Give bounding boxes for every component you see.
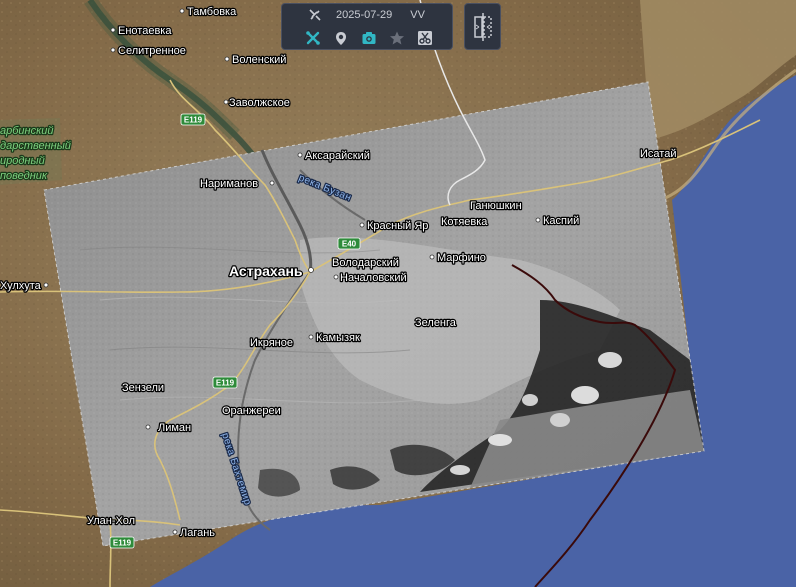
image-date: 2025-07-29: [336, 9, 393, 21]
road-badge-e119-north: E119: [180, 113, 206, 126]
road-badge-e119-south: E119: [109, 536, 135, 549]
map-canvas[interactable]: E119 E40 E119 E119 Енотаевка Тамбовка Се…: [0, 0, 796, 587]
layers-icon[interactable]: [330, 27, 352, 49]
label-reserve-4: поведник: [0, 170, 48, 182]
label-narimanov: Нариманов: [200, 178, 258, 190]
label-reserve-1: арбинский: [0, 125, 54, 137]
label-volenskiy: Воленский: [232, 54, 286, 66]
label-reserve-2: дарственный: [0, 140, 71, 152]
label-kamyzyak: Камызяк: [316, 332, 360, 344]
label-lagan: Лагань: [180, 527, 215, 539]
label-nachalovskiy: Началовский: [340, 272, 407, 284]
toolbar-info-row: 2025-07-29 VV: [282, 5, 452, 25]
polarization-mode: VV: [410, 9, 425, 21]
svg-text:E119: E119: [184, 116, 203, 125]
svg-text:E119: E119: [216, 379, 235, 388]
road-badge-e119-mid: E119: [212, 376, 238, 389]
label-selitrennoe: Селитренное: [118, 45, 186, 57]
label-kotyaevka: Котяевка: [441, 216, 488, 228]
camera-icon[interactable]: [358, 27, 380, 49]
label-oranzherei: Оранжереи: [222, 405, 281, 417]
tools-icon[interactable]: [302, 27, 324, 49]
layer-toolbar: 2025-07-29 VV: [281, 3, 453, 50]
svg-text:E40: E40: [342, 240, 357, 249]
label-kaspiy: Каспий: [543, 215, 579, 227]
label-isatay: Исатай: [640, 148, 676, 160]
label-zavolzhskoe: Заволжское: [229, 97, 290, 109]
label-ikryanoe: Икряное: [250, 337, 293, 349]
toolbar-tools-row: [282, 26, 452, 50]
label-reserve-3: иродный: [0, 155, 45, 167]
label-volodarskiy: Володарский: [332, 257, 399, 269]
split-view-icon: [472, 12, 494, 42]
label-khulkhuta: Хулхута: [0, 280, 42, 292]
road-badge-e40: E40: [337, 237, 361, 250]
label-enotaevka: Енотаевка: [118, 25, 172, 37]
star-icon[interactable]: [386, 27, 408, 49]
label-liman: Лиман: [158, 422, 191, 434]
label-astrakhan: Астрахань: [229, 263, 303, 279]
label-marfino: Марфино: [437, 252, 486, 264]
label-ganyushkin: Ганюшкин: [470, 200, 522, 212]
satellite-icon: [308, 8, 322, 22]
split-view-button[interactable]: [464, 3, 501, 50]
label-zenzeli: Зензели: [122, 382, 164, 394]
label-aksaraiskiy: Аксарайский: [305, 150, 370, 162]
label-zelenga: Зеленга: [415, 317, 457, 329]
svg-text:E119: E119: [113, 539, 132, 548]
label-krasny-yar: Красный Яр: [367, 220, 428, 232]
label-ulan-hol: Улан-Хол: [87, 515, 135, 527]
label-tambovka: Тамбовка: [187, 6, 237, 18]
scissors-icon[interactable]: [414, 27, 436, 49]
